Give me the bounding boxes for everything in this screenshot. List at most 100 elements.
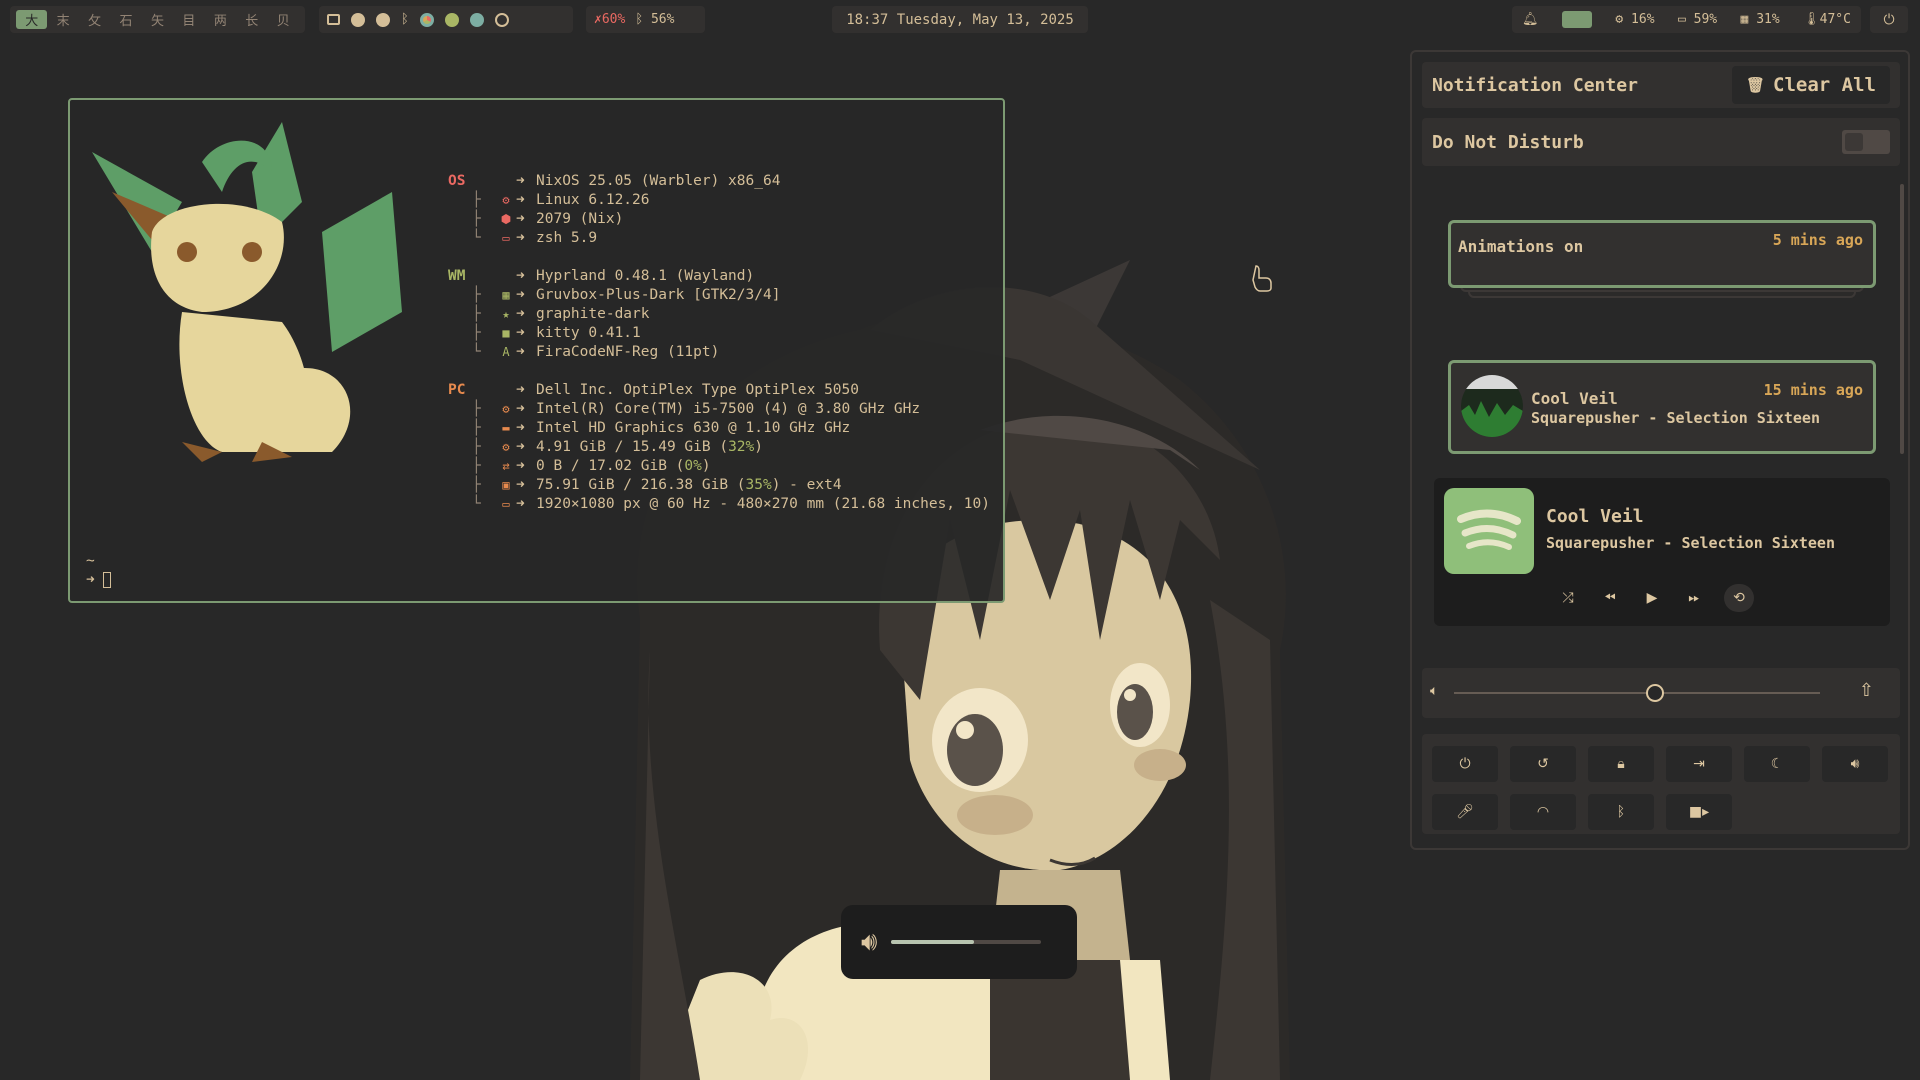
- power-button[interactable]: ⏻: [1432, 746, 1498, 782]
- fastfetch-key: [448, 210, 472, 229]
- fastfetch-key: [448, 457, 472, 476]
- fastfetch-value: 2079 (Nix): [536, 211, 624, 227]
- sound-button[interactable]: 🔊︎: [1822, 746, 1888, 782]
- window-icon[interactable]: [327, 14, 340, 25]
- restart-button[interactable]: ↺: [1510, 746, 1576, 782]
- workspace-button[interactable]: 目: [173, 10, 204, 29]
- chrome-icon[interactable]: [419, 12, 434, 27]
- workspace-button[interactable]: 大: [16, 10, 48, 29]
- bluetooth-button[interactable]: ᛒ: [1588, 794, 1654, 830]
- fastfetch-value-pre: 4.91 GiB / 15.49 GiB (: [536, 439, 729, 455]
- fastfetch-icon: ⚙: [502, 402, 510, 416]
- speaker-icon: 🔊︎: [1850, 756, 1860, 772]
- power-button[interactable]: ⏻: [1870, 6, 1908, 33]
- fastfetch-tree: ├: [472, 306, 481, 322]
- mic-muted-icon: ✗: [594, 12, 602, 27]
- fastfetch-value-percent: 0%: [684, 458, 702, 474]
- disk-icon: ▭: [1677, 12, 1694, 27]
- fastfetch-key: [448, 419, 472, 438]
- notification-card[interactable]: Animations on 5 mins ago: [1448, 220, 1876, 288]
- media-player: Cool Veil Squarepusher - Selection Sixte…: [1434, 478, 1890, 626]
- clock-text: 18:37 Tuesday, May 13, 2025: [846, 11, 1074, 28]
- microphone-icon: 🎤︎: [1456, 804, 1474, 820]
- fastfetch-icon: ▭: [502, 231, 510, 245]
- fastfetch-tree: └: [472, 344, 481, 360]
- volume-slider-track[interactable]: [1454, 692, 1820, 694]
- terminal-window[interactable]: OS ➜ NixOS 25.05 (Warbler) x86_64 ├ ⚙ ➜ Linux …: [68, 98, 1005, 603]
- fastfetch-arrow: ➜: [516, 496, 525, 512]
- wifi-button[interactable]: ◠: [1510, 794, 1576, 830]
- spotify-icon[interactable]: [444, 12, 459, 27]
- notification-title: Cool Veil: [1531, 389, 1618, 408]
- fastfetch-tree: └: [472, 230, 481, 246]
- logout-button[interactable]: ⇥: [1666, 746, 1732, 782]
- workspace-bar: 大末攵石矢目两长贝: [10, 6, 305, 33]
- obs-icon[interactable]: [351, 12, 365, 27]
- fastfetch-row: └ ▭ ➜ zsh 5.9: [448, 229, 990, 248]
- network-icon[interactable]: [469, 12, 484, 27]
- do-not-disturb-toggle[interactable]: [1842, 130, 1890, 154]
- workspace-button[interactable]: 长: [236, 10, 267, 29]
- fastfetch-tree: ├: [472, 211, 481, 227]
- repeat-icon: ⟲: [1733, 590, 1745, 606]
- clear-all-button[interactable]: 🗑︎ Clear All: [1732, 66, 1890, 104]
- fastfetch-arrow: ➜: [516, 306, 525, 322]
- expand-icon[interactable]: ⇧: [1859, 680, 1874, 701]
- notification-time: 5 mins ago: [1772, 231, 1863, 249]
- workspace-button[interactable]: 矢: [142, 10, 173, 29]
- microphone-button[interactable]: 🎤︎: [1432, 794, 1498, 830]
- workspace-button[interactable]: 末: [47, 10, 78, 29]
- workspace-button[interactable]: 两: [205, 10, 236, 29]
- fastfetch-row: ├ ⬢ ➜ 2079 (Nix): [448, 210, 990, 229]
- bluetooth-indicator[interactable]: ᛒ 56%: [635, 12, 674, 27]
- fastfetch-row: ├ ▣ ➜ 75.91 GiB / 216.38 GiB (35%) - ext4: [448, 476, 990, 495]
- github-icon[interactable]: [376, 12, 390, 27]
- fastfetch-icon: ⇄: [502, 459, 510, 473]
- fastfetch-arrow: ➜: [516, 211, 525, 227]
- player-artist: Squarepusher - Selection Sixteen: [1546, 534, 1835, 552]
- shell-prompt[interactable]: ~ ➜: [86, 552, 112, 590]
- workspace-button[interactable]: 贝: [268, 10, 299, 29]
- notification-scrollbar[interactable]: [1900, 184, 1904, 454]
- sleep-button[interactable]: ☾: [1744, 746, 1810, 782]
- fastfetch-value: NixOS 25.05 (Warbler) x86_64: [536, 173, 781, 189]
- fastfetch-row: PC ➜ Dell Inc. OptiPlex Type OptiPlex 5050: [448, 381, 990, 400]
- notification-body: Squarepusher - Selection Sixteen: [1531, 409, 1820, 427]
- fastfetch-key: [448, 343, 472, 362]
- fastfetch-icon: ⬢: [500, 212, 512, 226]
- fastfetch-key: [448, 400, 472, 419]
- camera-button[interactable]: ■▸: [1666, 794, 1732, 830]
- clock[interactable]: 18:37 Tuesday, May 13, 2025: [832, 6, 1088, 33]
- lock-button[interactable]: 🔒︎: [1588, 746, 1654, 782]
- fastfetch-value: Hyprland 0.48.1 (Wayland): [536, 268, 755, 284]
- workspace-button[interactable]: 石: [110, 10, 141, 29]
- workspace-button[interactable]: 攵: [79, 10, 110, 29]
- volume-slider-handle[interactable]: [1646, 684, 1665, 702]
- disk-stat: ▭ 59%: [1678, 12, 1717, 27]
- notification-bell-icon[interactable]: 🔔︎: [1522, 12, 1539, 27]
- notification-card[interactable]: Cool Veil 15 mins ago Squarepusher - Sel…: [1448, 360, 1876, 454]
- toggle-knob: [1845, 133, 1863, 151]
- lock-icon: 🔒︎: [1617, 756, 1625, 772]
- player-controls: ⤮ ⏪︎ ▶ ⏩︎ ⟲: [1556, 584, 1754, 612]
- previous-button[interactable]: ⏪︎: [1598, 586, 1622, 610]
- mic-muted-indicator[interactable]: ✗60%: [594, 12, 625, 27]
- shuffle-button[interactable]: ⤮: [1556, 586, 1580, 610]
- fastfetch-tree: ├: [472, 439, 481, 455]
- speaker-icon: 🔊︎: [861, 926, 878, 957]
- notification-toggle[interactable]: [1561, 11, 1592, 28]
- next-button[interactable]: ⏩︎: [1682, 586, 1706, 610]
- bluetooth-icon[interactable]: ᛒ: [401, 12, 409, 27]
- repeat-button[interactable]: ⟲: [1724, 584, 1754, 612]
- memory-value: 31%: [1756, 12, 1780, 27]
- play-button[interactable]: ▶: [1640, 586, 1664, 610]
- fastfetch-value-percent: 32%: [728, 439, 755, 455]
- fastfetch-value: zsh 5.9: [536, 230, 598, 246]
- bluetooth-icon: ᛒ: [1616, 804, 1626, 820]
- steam-icon[interactable]: [494, 12, 509, 27]
- volume-osd: 🔊︎: [841, 905, 1077, 979]
- fastfetch-row: ├ ⚙ ➜ Intel(R) Core(TM) i5-7500 (4) @ 3.80 …: [448, 400, 990, 419]
- fastfetch-value: 0 B / 17.02 GiB (0%): [536, 457, 711, 476]
- fastfetch-arrow: ➜: [516, 401, 525, 417]
- fastfetch-value: Intel HD Graphics 630 @ 1.10 GHz GHz: [536, 420, 851, 436]
